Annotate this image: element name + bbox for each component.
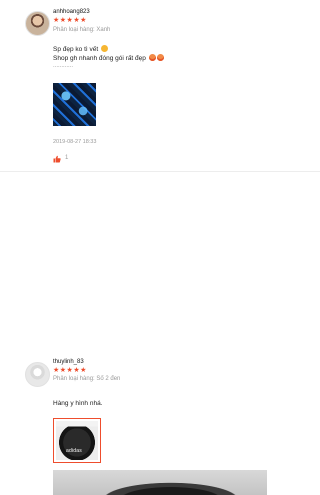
photo-brand-label: adidas [66,448,82,454]
review-photo-thumbnail-selected[interactable]: adidas [53,418,101,463]
reviewer-username[interactable]: thuylinh_83 [53,359,84,365]
product-variation: Phân loại hàng: Số 2 đen [53,376,121,382]
rating-stars: ★★★★★ [53,17,87,24]
review-timestamp: 2019-08-27 18:33 [53,139,97,145]
review-item: anhhoang823 ★★★★★ Phân loại hàng: Xanh S… [0,0,320,172]
grinning-emoji-icon [100,45,108,52]
review-comment-line: Sp đẹp ko tì vết [53,45,108,53]
product-variation: Phân loại hàng: Xanh [53,27,111,33]
like-count: 1 [65,155,69,161]
avatar[interactable] [25,11,50,36]
review-comment-line: Hàng y hình nhá. [53,400,103,407]
heart-eyes-emoji-icon [148,54,156,61]
reviewer-username[interactable]: anhhoang823 [53,9,90,15]
review-photo-thumbnail[interactable] [53,83,96,126]
rating-stars: ★★★★★ [53,367,87,374]
backpack-photo: adidas [56,421,98,460]
heart-eyes-emoji-icon [156,54,164,61]
avatar[interactable] [25,362,50,387]
review-comment-line: Shop gh nhanh đóng gói rất đẹp [53,54,164,62]
thumbs-up-icon[interactable] [53,155,61,163]
review-item: thuylinh_83 ★★★★★ Phân loại hàng: Số 2 đ… [0,175,320,495]
review-photo-preview[interactable] [53,470,267,495]
review-comment-line: ............ [53,63,74,69]
comment-text: Shop gh nhanh đóng gói rất đẹp [53,55,146,62]
comment-text: Sp đẹp ko tì vết [53,46,99,53]
